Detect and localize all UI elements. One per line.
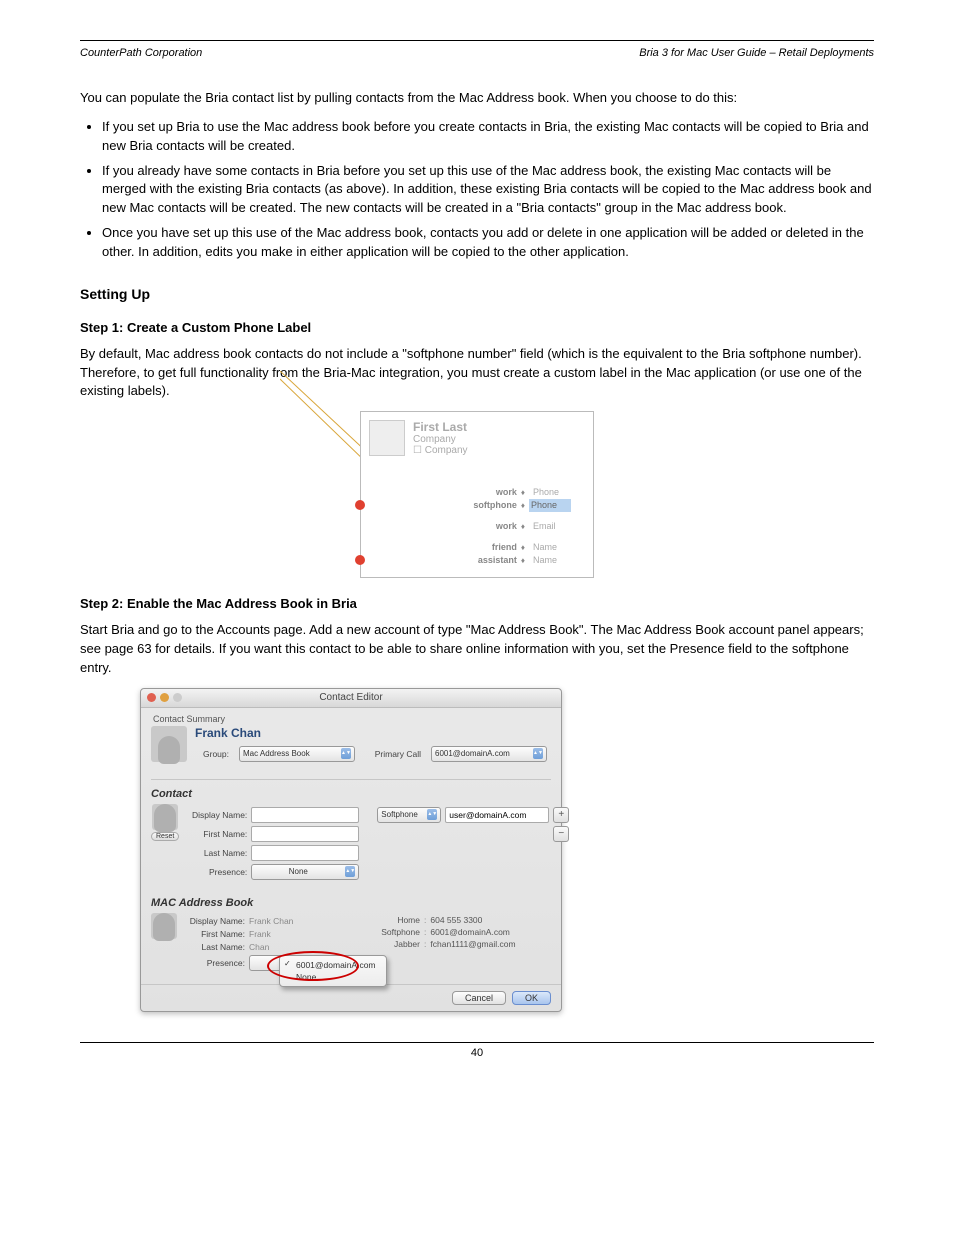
- setup-title: Setting Up: [80, 286, 874, 302]
- remove-field-icon[interactable]: [355, 500, 365, 510]
- address-book-card: First Last Company ☐ Company work ♦ Phon…: [360, 411, 594, 578]
- header-left: CounterPath Corporation: [80, 47, 202, 59]
- intro-bullets: If you set up Bria to use the Mac addres…: [80, 118, 874, 262]
- field-work-email[interactable]: work ♦ Email: [369, 520, 585, 533]
- avatar-small: [151, 913, 177, 939]
- dropdown-arrow-icon: ▲▼: [427, 809, 437, 820]
- contact-name: Frank Chan: [195, 726, 551, 740]
- dropdown-arrow-icon: ▲▼: [345, 866, 355, 877]
- bullet-3: Once you have set up this use of the Mac…: [102, 224, 874, 262]
- contact-editor-window: Contact Editor Contact Summary Frank Cha…: [140, 688, 562, 1012]
- popup-option[interactable]: None: [280, 971, 386, 983]
- presence-label: Presence:: [185, 867, 247, 877]
- contact-section-title: Contact: [151, 788, 551, 800]
- group-label: Group:: [195, 749, 229, 759]
- contact-method-type-select[interactable]: Softphone ▲▼: [377, 807, 441, 823]
- display-name-input[interactable]: [251, 807, 359, 823]
- mac-entry-home: Home : 604 555 3300: [365, 915, 551, 925]
- bullet-1: If you set up Bria to use the Mac addres…: [102, 118, 874, 156]
- arrow-icon: ♦: [521, 486, 525, 499]
- step2-text: Start Bria and go to the Accounts page. …: [80, 621, 874, 678]
- contact-photo-placeholder: [369, 420, 405, 456]
- avatar-small: [152, 804, 178, 830]
- group-select[interactable]: Mac Address Book ▲▼: [239, 746, 355, 762]
- first-name-input[interactable]: [251, 826, 359, 842]
- arrow-icon: ♦: [521, 541, 525, 554]
- contact-summary-label: Contact Summary: [153, 714, 551, 724]
- presence-popup-menu[interactable]: 6001@domainA.com None: [279, 955, 387, 987]
- mac-section-title: MAC Address Book: [151, 897, 551, 909]
- page-number: 40: [471, 1047, 483, 1059]
- last-name-label: Last Name:: [185, 848, 247, 858]
- display-name-label: Display Name:: [185, 810, 247, 820]
- field-work-phone[interactable]: work ♦ Phone: [369, 486, 585, 499]
- mac-last-name: Chan: [249, 942, 269, 952]
- reset-button[interactable]: Reset: [151, 832, 179, 841]
- primary-call-label: Primary Call: [365, 749, 421, 759]
- window-title: Contact Editor: [141, 692, 561, 703]
- field-assistant[interactable]: assistant ♦ Name: [369, 554, 585, 567]
- arrow-icon: ♦: [521, 499, 525, 512]
- bullet-2: If you already have some contacts in Bri…: [102, 162, 874, 219]
- popup-option[interactable]: 6001@domainA.com: [280, 959, 386, 971]
- ok-button[interactable]: OK: [512, 991, 551, 1005]
- header-right: Bria 3 for Mac User Guide – Retail Deplo…: [639, 47, 874, 59]
- remove-field-icon[interactable]: [355, 555, 365, 565]
- add-method-button[interactable]: +: [553, 807, 569, 823]
- arrow-icon: ♦: [521, 554, 525, 567]
- contact-method-input[interactable]: [445, 807, 549, 823]
- last-name-input[interactable]: [251, 845, 359, 861]
- avatar: [151, 726, 187, 762]
- arrow-icon: ♦: [521, 520, 525, 533]
- primary-call-select[interactable]: 6001@domainA.com ▲▼: [431, 746, 547, 762]
- dropdown-arrow-icon: ▲▼: [533, 748, 543, 759]
- step1-title: Step 1: Create a Custom Phone Label: [80, 320, 874, 335]
- remove-method-button[interactable]: −: [553, 826, 569, 842]
- presence-select[interactable]: None ▲▼: [251, 864, 359, 880]
- step2-title: Step 2: Enable the Mac Address Book in B…: [80, 596, 874, 611]
- field-friend[interactable]: friend ♦ Name: [369, 541, 585, 554]
- intro-paragraph: You can populate the Bria contact list b…: [80, 89, 874, 108]
- company-checkbox[interactable]: ☐ Company: [413, 445, 468, 456]
- dropdown-arrow-icon: ▲▼: [341, 748, 351, 759]
- cancel-button[interactable]: Cancel: [452, 991, 506, 1005]
- mac-entry-softphone: Softphone : 6001@domainA.com: [365, 927, 551, 937]
- contact-name: First Last: [413, 420, 468, 434]
- contact-company: Company: [413, 434, 468, 445]
- field-softphone[interactable]: softphone ♦ Phone: [369, 499, 585, 512]
- mac-display-name: Frank Chan: [249, 916, 293, 926]
- mac-entry-jabber: Jabber : fchan1111@gmail.com: [365, 939, 551, 949]
- window-titlebar: Contact Editor: [141, 689, 561, 708]
- first-name-label: First Name:: [185, 829, 247, 839]
- mac-first-name: Frank: [249, 929, 271, 939]
